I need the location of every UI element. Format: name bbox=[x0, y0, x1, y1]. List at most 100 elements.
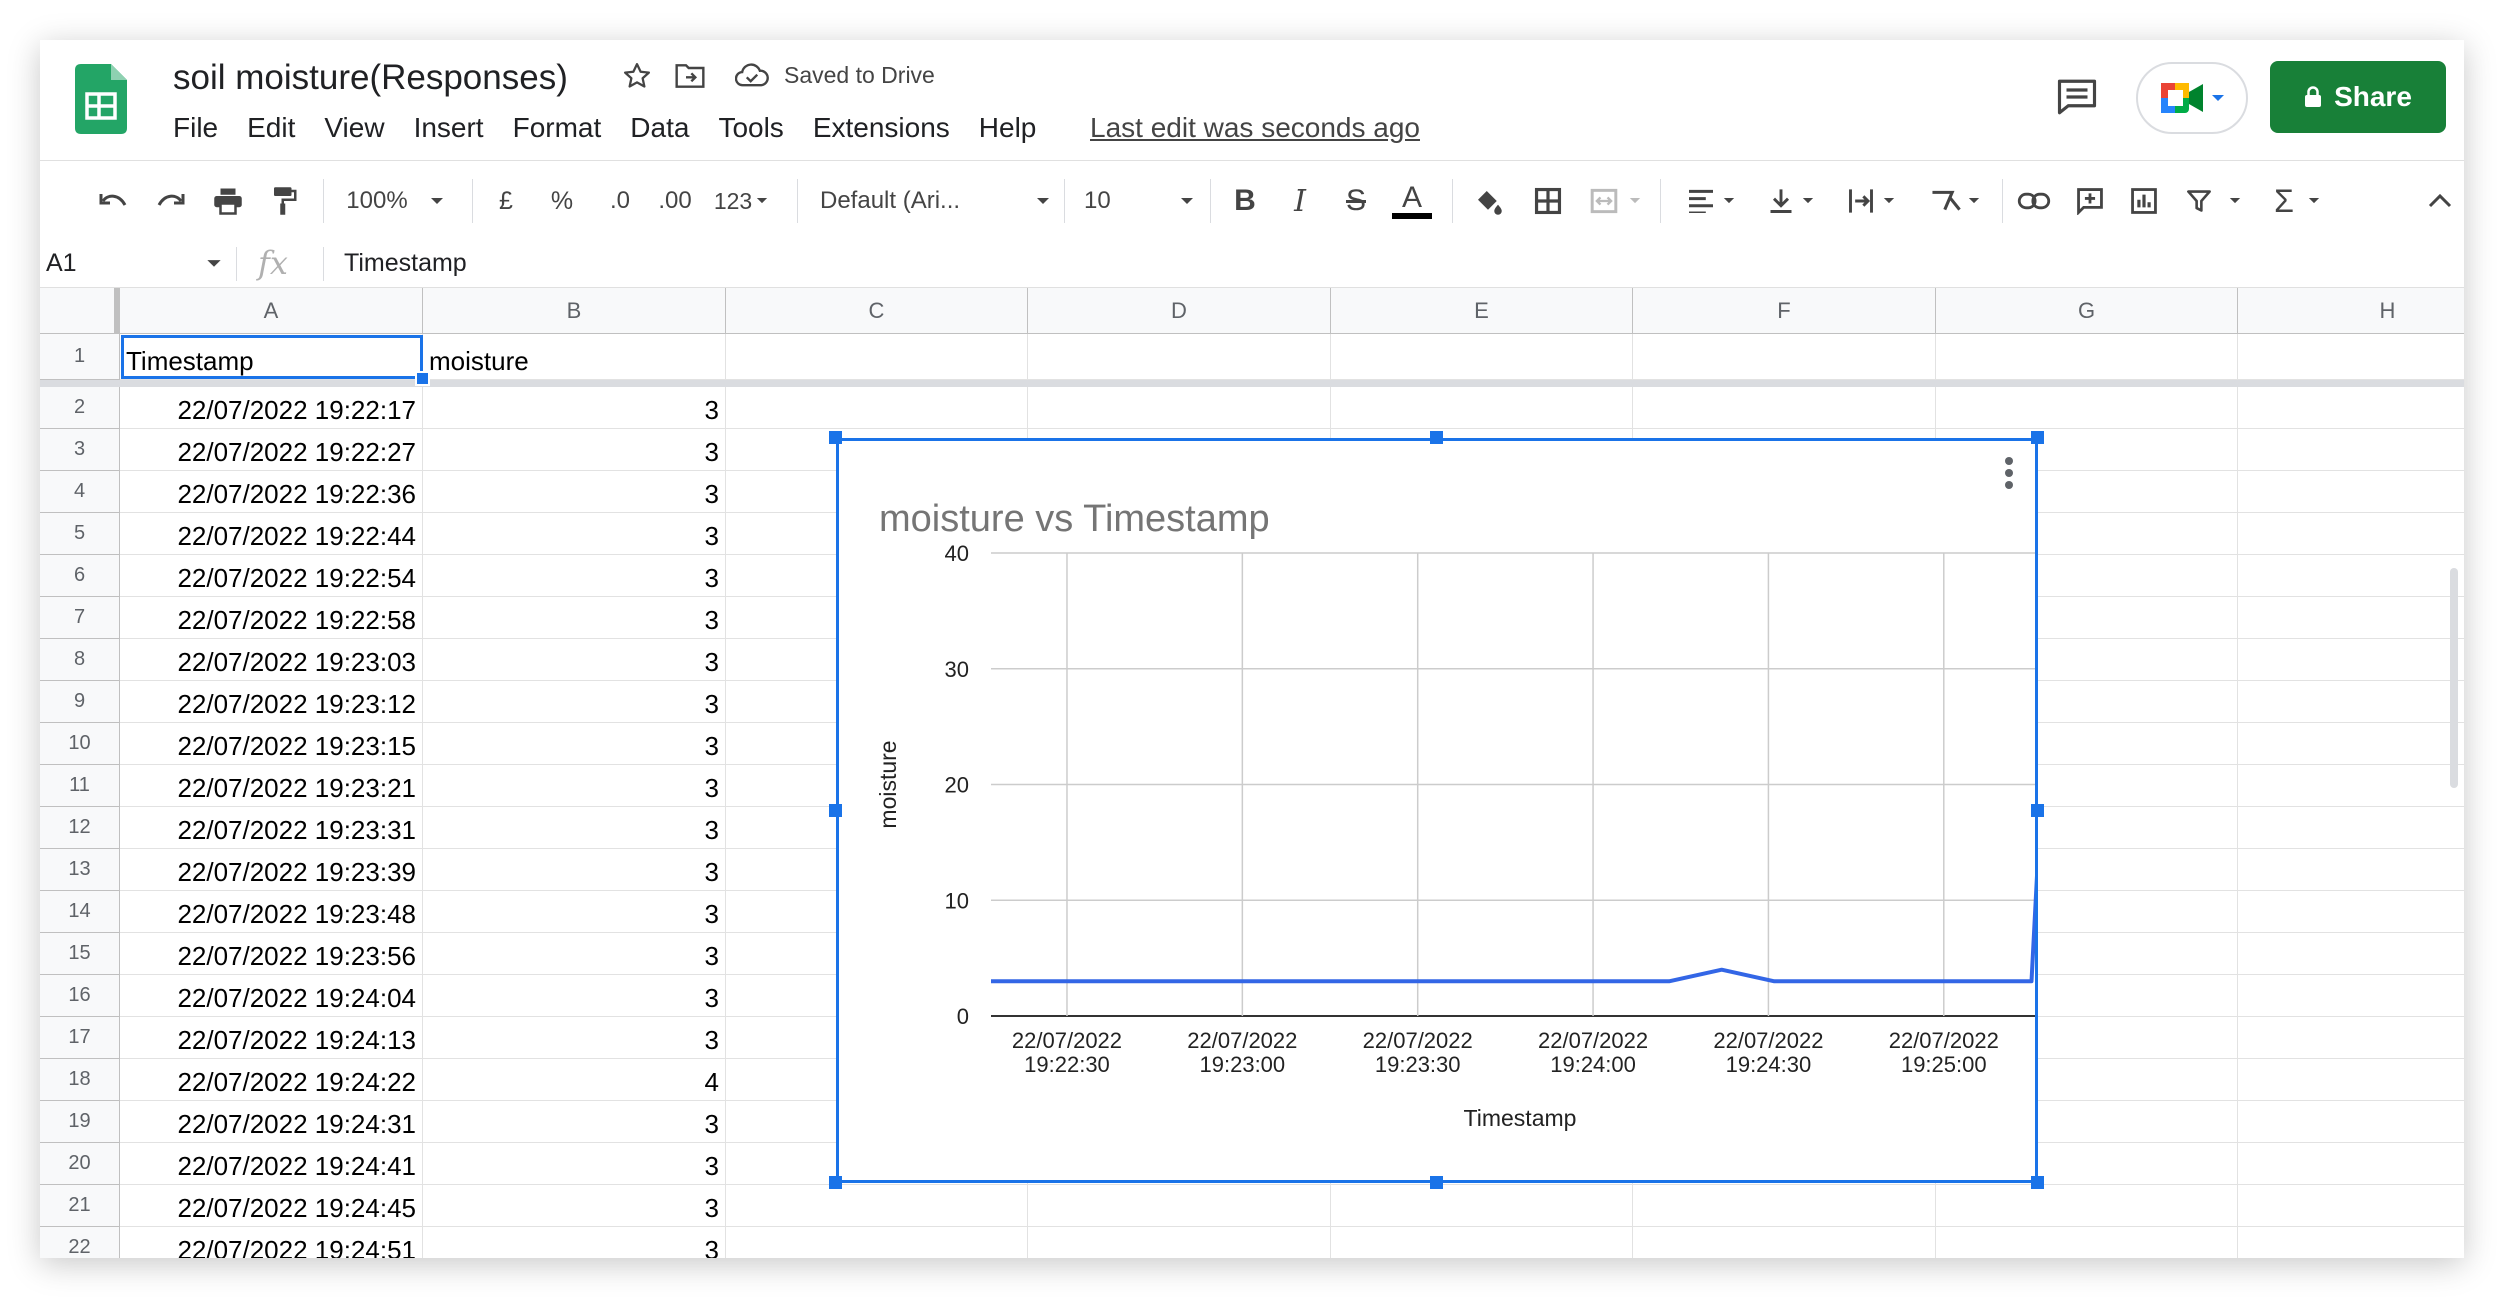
moisture-cell[interactable]: 3 bbox=[423, 639, 726, 681]
cell[interactable] bbox=[2238, 1059, 2464, 1101]
timestamp-cell[interactable]: 22/07/2022 19:24:04 bbox=[120, 975, 423, 1017]
moisture-cell[interactable]: 3 bbox=[423, 1185, 726, 1227]
menu-file[interactable]: File bbox=[173, 112, 218, 144]
merge-cells-icon[interactable] bbox=[1580, 181, 1650, 221]
column-header[interactable]: G bbox=[1936, 288, 2238, 334]
cell[interactable] bbox=[2238, 681, 2464, 723]
cell[interactable] bbox=[726, 387, 1028, 429]
timestamp-cell[interactable]: 22/07/2022 19:23:12 bbox=[120, 681, 423, 723]
chart-resize-handle[interactable] bbox=[2031, 431, 2044, 444]
row-header[interactable]: 21 bbox=[40, 1185, 120, 1227]
column-header[interactable]: C bbox=[726, 288, 1028, 334]
comment-history-icon[interactable] bbox=[2050, 70, 2104, 124]
timestamp-cell[interactable]: 22/07/2022 19:23:39 bbox=[120, 849, 423, 891]
cell[interactable] bbox=[1936, 1227, 2238, 1258]
cell[interactable] bbox=[2238, 597, 2464, 639]
chart-more-options-icon[interactable] bbox=[2003, 455, 2015, 495]
timestamp-cell[interactable]: 22/07/2022 19:24:45 bbox=[120, 1185, 423, 1227]
column-header[interactable]: E bbox=[1331, 288, 1633, 334]
timestamp-cell[interactable]: 22/07/2022 19:24:31 bbox=[120, 1101, 423, 1143]
timestamp-cell[interactable]: 22/07/2022 19:23:21 bbox=[120, 765, 423, 807]
row-header[interactable]: 22 bbox=[40, 1227, 120, 1258]
undo-icon[interactable] bbox=[94, 181, 134, 221]
timestamp-cell[interactable]: 22/07/2022 19:24:51 bbox=[120, 1227, 423, 1258]
frozen-row-divider[interactable] bbox=[40, 380, 2464, 387]
cell[interactable] bbox=[1331, 334, 1633, 380]
moisture-cell[interactable]: 3 bbox=[423, 597, 726, 639]
row-header[interactable]: 13 bbox=[40, 849, 120, 891]
moisture-cell[interactable]: 3 bbox=[423, 513, 726, 555]
chart-resize-handle[interactable] bbox=[2031, 1176, 2044, 1189]
bold-button[interactable]: B bbox=[1225, 181, 1265, 221]
share-button[interactable]: Share bbox=[2270, 61, 2446, 133]
cell[interactable] bbox=[726, 1185, 1028, 1227]
cell[interactable] bbox=[1331, 1227, 1633, 1258]
cell[interactable] bbox=[2238, 429, 2464, 471]
cell[interactable] bbox=[1331, 387, 1633, 429]
moisture-cell[interactable]: 3 bbox=[423, 723, 726, 765]
row-header[interactable]: 20 bbox=[40, 1143, 120, 1185]
moisture-cell[interactable]: 3 bbox=[423, 765, 726, 807]
cell[interactable] bbox=[2238, 849, 2464, 891]
timestamp-cell[interactable]: 22/07/2022 19:24:22 bbox=[120, 1059, 423, 1101]
moisture-cell[interactable]: 3 bbox=[423, 681, 726, 723]
chart-resize-handle[interactable] bbox=[1430, 1176, 1443, 1189]
row-header[interactable]: 1 bbox=[40, 334, 120, 380]
meet-button[interactable] bbox=[2136, 62, 2248, 134]
filter-icon[interactable] bbox=[2178, 181, 2248, 221]
column-header[interactable]: D bbox=[1028, 288, 1331, 334]
timestamp-cell[interactable]: 22/07/2022 19:22:44 bbox=[120, 513, 423, 555]
menu-edit[interactable]: Edit bbox=[247, 112, 295, 144]
cell[interactable] bbox=[726, 334, 1028, 380]
collapse-toolbar-icon[interactable] bbox=[2420, 181, 2460, 221]
horizontal-align-icon[interactable] bbox=[1676, 181, 1746, 221]
insert-link-icon[interactable] bbox=[2014, 181, 2054, 221]
fill-handle[interactable] bbox=[415, 371, 430, 386]
insert-chart-icon[interactable] bbox=[2124, 181, 2164, 221]
text-rotation-icon[interactable] bbox=[1920, 181, 1990, 221]
star-icon[interactable] bbox=[617, 56, 657, 96]
vertical-align-icon[interactable] bbox=[1756, 181, 1826, 221]
header-cell[interactable]: Timestamp bbox=[120, 334, 423, 380]
cell[interactable] bbox=[1633, 1185, 1936, 1227]
row-header[interactable]: 14 bbox=[40, 891, 120, 933]
menu-help[interactable]: Help bbox=[979, 112, 1037, 144]
cell[interactable] bbox=[1028, 334, 1331, 380]
moisture-cell[interactable]: 3 bbox=[423, 387, 726, 429]
chart[interactable]: moisture vs Timestamp 0 10 20 30 40 22/07/2022… bbox=[836, 438, 2051, 1183]
timestamp-cell[interactable]: 22/07/2022 19:22:58 bbox=[120, 597, 423, 639]
row-header[interactable]: 6 bbox=[40, 555, 120, 597]
timestamp-cell[interactable]: 22/07/2022 19:23:03 bbox=[120, 639, 423, 681]
cell[interactable] bbox=[2238, 933, 2464, 975]
menu-format[interactable]: Format bbox=[513, 112, 602, 144]
last-edit-link[interactable]: Last edit was seconds ago bbox=[1090, 112, 1420, 144]
cell[interactable] bbox=[2238, 334, 2464, 380]
functions-button[interactable]: Σ bbox=[2262, 181, 2332, 221]
moisture-cell[interactable]: 3 bbox=[423, 555, 726, 597]
more-formats-button[interactable]: 123 bbox=[706, 181, 776, 221]
row-header[interactable]: 18 bbox=[40, 1059, 120, 1101]
cell[interactable] bbox=[1028, 1185, 1331, 1227]
text-wrapping-icon[interactable] bbox=[1836, 181, 1906, 221]
row-header[interactable]: 9 bbox=[40, 681, 120, 723]
timestamp-cell[interactable]: 22/07/2022 19:22:36 bbox=[120, 471, 423, 513]
cell[interactable] bbox=[1633, 1227, 1936, 1258]
menu-insert[interactable]: Insert bbox=[414, 112, 484, 144]
chevron-down-icon[interactable] bbox=[206, 259, 222, 269]
row-header[interactable]: 10 bbox=[40, 723, 120, 765]
cell[interactable] bbox=[1633, 387, 1936, 429]
cell[interactable] bbox=[1936, 1185, 2238, 1227]
cell[interactable] bbox=[2238, 1227, 2464, 1258]
paint-format-icon[interactable] bbox=[264, 181, 304, 221]
print-icon[interactable] bbox=[208, 181, 248, 221]
timestamp-cell[interactable]: 22/07/2022 19:22:54 bbox=[120, 555, 423, 597]
row-header[interactable]: 19 bbox=[40, 1101, 120, 1143]
cell[interactable] bbox=[2238, 555, 2464, 597]
increase-decimal-button[interactable]: .00 bbox=[648, 181, 702, 221]
timestamp-cell[interactable]: 22/07/2022 19:22:17 bbox=[120, 387, 423, 429]
text-color-button[interactable]: A bbox=[1390, 181, 1434, 221]
select-all-corner[interactable] bbox=[40, 288, 120, 334]
timestamp-cell[interactable]: 22/07/2022 19:22:27 bbox=[120, 429, 423, 471]
strikethrough-button[interactable]: S bbox=[1336, 181, 1376, 221]
insert-comment-icon[interactable] bbox=[2070, 181, 2110, 221]
